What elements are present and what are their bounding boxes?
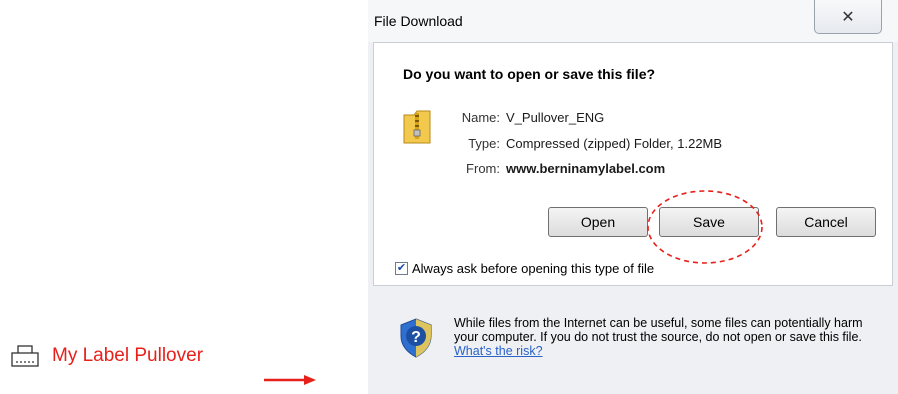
- warning-message: While files from the Internet can be use…: [454, 316, 863, 344]
- dialog-title: File Download: [374, 13, 463, 29]
- red-arrow: [264, 375, 316, 385]
- always-ask-label: Always ask before opening this type of f…: [412, 261, 655, 276]
- always-ask-row[interactable]: ✔ Always ask before opening this type of…: [395, 261, 654, 276]
- svg-text:?: ?: [411, 329, 421, 346]
- title-bar: File Download ✕: [368, 0, 898, 42]
- my-label-pullover-text: My Label Pullover: [52, 345, 204, 366]
- printer-icon: [10, 344, 42, 368]
- close-button[interactable]: ✕: [814, 0, 882, 34]
- content-panel: Do you want to open or save this file? N…: [373, 42, 893, 286]
- type-value: Compressed (zipped) Folder, 1.22MB: [506, 136, 723, 151]
- open-button[interactable]: Open: [548, 207, 648, 237]
- save-button[interactable]: Save: [659, 207, 759, 237]
- type-row: Type: Compressed (zipped) Folder, 1.22MB: [452, 136, 722, 151]
- file-download-dialog: File Download ✕ Do you want to open or s…: [368, 0, 898, 394]
- name-value: V_Pullover_ENG: [506, 110, 605, 125]
- warning-text: While files from the Internet can be use…: [454, 316, 874, 358]
- whats-the-risk-link[interactable]: What's the risk?: [454, 344, 543, 358]
- name-label: Name:: [461, 110, 500, 125]
- warning-area: ? While files from the Internet can be u…: [368, 286, 898, 394]
- from-label: From:: [466, 161, 500, 176]
- from-row: From: www.berninamylabel.com: [452, 161, 665, 176]
- always-ask-checkbox[interactable]: ✔: [395, 262, 408, 275]
- name-row: Name: V_Pullover_ENG: [452, 110, 605, 125]
- dialog-question: Do you want to open or save this file?: [403, 66, 656, 82]
- cancel-button[interactable]: Cancel: [776, 207, 876, 237]
- zip-folder-icon: [402, 109, 432, 145]
- shield-question-icon: ?: [398, 318, 434, 358]
- close-icon: ✕: [841, 8, 855, 26]
- from-value: www.berninamylabel.com: [506, 161, 666, 176]
- my-label-pullover-link[interactable]: My Label Pullover: [10, 344, 203, 368]
- type-label: Type:: [468, 136, 500, 151]
